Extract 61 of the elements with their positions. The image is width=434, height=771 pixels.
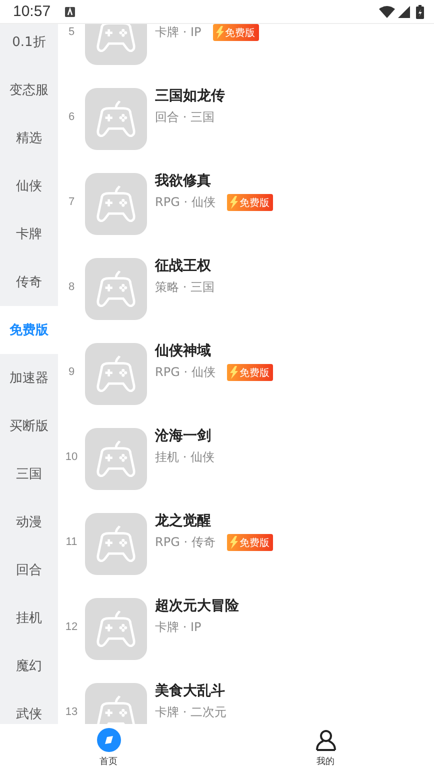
category-tab[interactable]: 挂机: [0, 594, 58, 642]
free-badge: 免费版: [213, 24, 260, 41]
rank-number: 12: [64, 621, 79, 633]
gamepad-icon[interactable]: [85, 88, 147, 150]
category-tab[interactable]: 动漫: [0, 498, 58, 546]
rank-number: 8: [67, 281, 76, 293]
gamepad-icon[interactable]: [85, 173, 147, 235]
game-title[interactable]: 仙侠神域: [155, 342, 274, 360]
game-tags: 回合 · 三国: [155, 109, 214, 126]
category-tab[interactable]: 0.1折: [0, 24, 58, 66]
wifi-icon: [379, 6, 395, 18]
rank-number: 11: [64, 536, 78, 548]
nav-tab[interactable]: 首页: [0, 724, 217, 771]
nav-tab[interactable]: 我的: [217, 724, 434, 771]
category-tab[interactable]: 免费版: [0, 306, 58, 354]
game-tags: RPG · 传奇: [155, 534, 216, 551]
game-tags: 卡牌 · IP: [155, 619, 202, 636]
notification-icon: [64, 6, 75, 16]
game-tags: 策略 · 三国: [155, 279, 214, 296]
rank-number: 7: [67, 196, 76, 208]
game-title[interactable]: 征战王权: [155, 257, 214, 275]
category-tab[interactable]: 买断版: [0, 402, 58, 450]
compass-icon: [96, 728, 120, 752]
rank-number: 9: [67, 366, 76, 378]
game-tags: 卡牌 · IP: [155, 24, 202, 41]
game-title[interactable]: 我欲修真: [155, 172, 274, 190]
rank-number: 6: [67, 111, 76, 123]
category-tab[interactable]: 武侠: [0, 690, 58, 724]
category-tab[interactable]: 仙侠: [0, 162, 58, 210]
rank-number: 10: [64, 451, 79, 463]
gamepad-icon[interactable]: [85, 258, 147, 320]
game-tags: 卡牌 · 二次元: [155, 704, 226, 721]
gamepad-icon[interactable]: [85, 343, 147, 405]
game-tags: 挂机 · 仙侠: [155, 449, 214, 466]
signal-icon: [398, 6, 410, 18]
game-title[interactable]: 超次元大冒险: [155, 597, 239, 615]
free-badge: 免费版: [227, 194, 274, 211]
gamepad-icon[interactable]: [85, 428, 147, 490]
category-tab[interactable]: 回合: [0, 546, 58, 594]
game-tags: RPG · 仙侠: [155, 364, 216, 381]
rank-number: 5: [67, 26, 76, 38]
free-badge: 免费版: [227, 364, 274, 381]
category-tab[interactable]: 卡牌: [0, 210, 58, 258]
gamepad-icon[interactable]: [85, 598, 147, 660]
gamepad-icon[interactable]: [85, 513, 147, 575]
category-tab[interactable]: 精选: [0, 114, 58, 162]
category-tab[interactable]: 变态服: [0, 66, 58, 114]
category-tab[interactable]: 传奇: [0, 258, 58, 306]
game-tags: RPG · 仙侠: [155, 194, 216, 211]
status-time: 10:57: [13, 3, 51, 20]
rank-number: 13: [64, 706, 79, 718]
person-icon: [314, 728, 338, 752]
game-title[interactable]: 沧海一剑: [155, 427, 214, 445]
game-title[interactable]: 美食大乱斗: [155, 682, 226, 700]
category-tab[interactable]: 三国: [0, 450, 58, 498]
category-tab[interactable]: 加速器: [0, 354, 58, 402]
free-badge: 免费版: [227, 534, 274, 551]
game-title[interactable]: 龙之觉醒: [155, 512, 274, 530]
game-title[interactable]: 三国如龙传: [155, 87, 225, 105]
category-tab[interactable]: 魔幻: [0, 642, 58, 690]
battery-icon: [416, 4, 424, 18]
